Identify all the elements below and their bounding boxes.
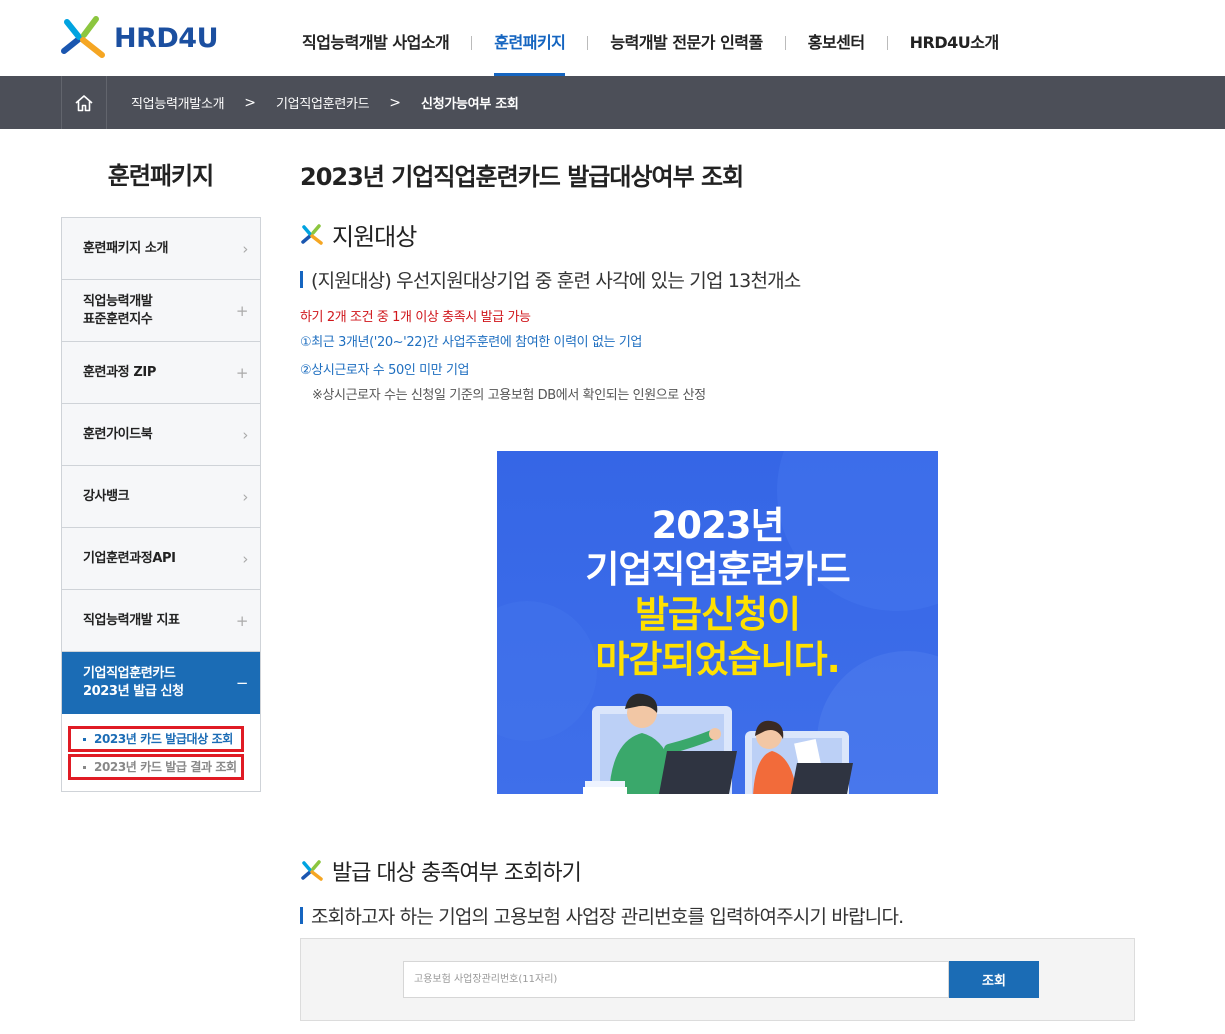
breadcrumb-item[interactable]: 직업능력개발소개 — [131, 93, 225, 112]
minus-icon: − — [235, 674, 249, 692]
search-button[interactable]: 조회 — [949, 961, 1039, 998]
home-icon — [75, 94, 93, 111]
plus-icon: + — [235, 611, 249, 630]
submenu-item-eligibility-check[interactable]: 2023년 카드 발급대상 조회 — [68, 726, 244, 752]
accent-bar — [300, 907, 303, 924]
sidebar-item-guidebook[interactable]: 훈련가이드북 › — [62, 404, 260, 466]
sidebar-menu: 훈련패키지 소개 › 직업능력개발 표준훈련지수 + 훈련과정 ZIP + 훈련… — [61, 217, 261, 792]
plus-icon: + — [235, 363, 249, 382]
bullet-icon — [83, 766, 86, 769]
home-button[interactable] — [61, 76, 107, 129]
banner-line-highlight: 마감되었습니다. — [595, 638, 840, 681]
sidebar-item-label: 직업능력개발 지표 — [83, 612, 180, 628]
section-heading-text: 지원대상 — [332, 223, 417, 251]
sidebar-item-course-api[interactable]: 기업훈련과정API › — [62, 528, 260, 590]
sidebar-item-label: 직업능력개발 표준훈련지수 — [83, 293, 153, 327]
chevron-right-icon: > — [244, 94, 257, 111]
sidebar-item-label: 훈련패키지 소개 — [83, 240, 169, 256]
breadcrumb-trail: 직업능력개발소개 > 기업직업훈련카드 > 신청가능여부 조회 — [131, 76, 519, 129]
breadcrumb-item[interactable]: 기업직업훈련카드 — [276, 93, 370, 112]
sidebar-item-label: 훈련과정 ZIP — [83, 364, 156, 380]
search-panel: 조회 — [300, 938, 1135, 1021]
chevron-right-icon: › — [242, 239, 248, 258]
sidebar-item-package-intro[interactable]: 훈련패키지 소개 › — [62, 218, 260, 280]
section-heading-text: 발급 대상 충족여부 조회하기 — [332, 861, 582, 886]
chevron-right-icon: › — [242, 549, 248, 568]
bullet-icon — [83, 738, 86, 741]
section-heading-lookup: 발급 대상 충족여부 조회하기 — [300, 855, 582, 887]
closed-notice-banner: 2023년 기업직업훈련카드 발급신청이 마감되었습니다. — [497, 451, 938, 794]
chevron-right-icon: > — [389, 94, 402, 111]
sidebar-item-indicators[interactable]: 직업능력개발 지표 + — [62, 590, 260, 652]
nav-item-about[interactable]: HRD4U소개 — [888, 0, 1021, 76]
page-title: 2023년 기업직업훈련카드 발급대상여부 조회 — [300, 163, 744, 191]
sidebar-item-label: 훈련가이드북 — [83, 426, 153, 442]
logo-text: HRD4U — [114, 22, 219, 54]
plus-icon: + — [235, 301, 249, 320]
sidebar-submenu: 2023년 카드 발급대상 조회 2023년 카드 발급 결과 조회 — [62, 714, 260, 780]
business-number-input[interactable] — [403, 961, 949, 998]
sidebar-title: 훈련패키지 — [107, 162, 214, 190]
subheading-text: (지원대상) 우선지원대상기업 중 훈련 사각에 있는 기업 13천개소 — [311, 270, 801, 292]
breadcrumb: 직업능력개발소개 > 기업직업훈련카드 > 신청가능여부 조회 — [0, 76, 1225, 129]
sidebar-item-course-zip[interactable]: 훈련과정 ZIP + — [62, 342, 260, 404]
sidebar-item-label: 강사뱅크 — [83, 488, 130, 504]
sidebar-item-instructor-bank[interactable]: 강사뱅크 › — [62, 466, 260, 528]
sidebar-item-training-card[interactable]: 기업직업훈련카드 2023년 발급 신청 − — [62, 652, 260, 714]
section-heading-eligibility: 지원대상 — [300, 217, 417, 252]
submenu-item-label: 2023년 카드 발급 결과 조회 — [94, 760, 237, 774]
submenu-item-result-check[interactable]: 2023년 카드 발급 결과 조회 — [68, 754, 244, 780]
nav-item-training-package[interactable]: 훈련패키지 — [472, 0, 587, 76]
nav-item-expert-pool[interactable]: 능력개발 전문가 인력풀 — [588, 0, 784, 76]
chevron-right-icon: › — [242, 425, 248, 444]
sidebar-item-label: 기업훈련과정API — [83, 550, 176, 566]
nav-item-pr-center[interactable]: 홍보센터 — [786, 0, 887, 76]
sidebar-item-standard-index[interactable]: 직업능력개발 표준훈련지수 + — [62, 280, 260, 342]
eligibility-item: ①최근 3개년('20~'22)간 사업주훈련에 참여한 이력이 없는 기업 — [300, 335, 642, 350]
eligibility-note: ※상시근로자 수는 신청일 기준의 고용보험 DB에서 확인되는 인원으로 산정 — [312, 388, 706, 403]
section-subheading: 조회하고자 하는 기업의 고용보험 사업장 관리번호를 입력하여주시기 바랍니다… — [300, 902, 904, 929]
site-logo[interactable]: HRD4U — [60, 12, 230, 64]
nav-item-business-intro[interactable]: 직업능력개발 사업소개 — [280, 0, 471, 76]
eligibility-condition: 하기 2개 조건 중 1개 이상 충족시 발급 가능 — [300, 310, 531, 325]
logo-icon — [61, 16, 105, 58]
main-nav: 직업능력개발 사업소개 훈련패키지 능력개발 전문가 인력풀 홍보센터 HRD4… — [280, 0, 1021, 76]
pinwheel-icon — [301, 223, 323, 245]
accent-bar — [300, 271, 303, 288]
sidebar-item-label: 기업직업훈련카드 2023년 발급 신청 — [83, 666, 184, 699]
chevron-right-icon: › — [242, 487, 248, 506]
subheading-text: 조회하고자 하는 기업의 고용보험 사업장 관리번호를 입력하여주시기 바랍니다… — [311, 906, 904, 928]
eligibility-item: ②상시근로자 수 50인 미만 기업 — [300, 363, 470, 378]
breadcrumb-current: 신청가능여부 조회 — [421, 97, 519, 112]
section-subheading: (지원대상) 우선지원대상기업 중 훈련 사각에 있는 기업 13천개소 — [300, 266, 801, 293]
pinwheel-icon — [301, 860, 323, 881]
submenu-item-label: 2023년 카드 발급대상 조회 — [94, 732, 233, 746]
site-header: HRD4U 직업능력개발 사업소개 훈련패키지 능력개발 전문가 인력풀 홍보센… — [0, 0, 1225, 76]
